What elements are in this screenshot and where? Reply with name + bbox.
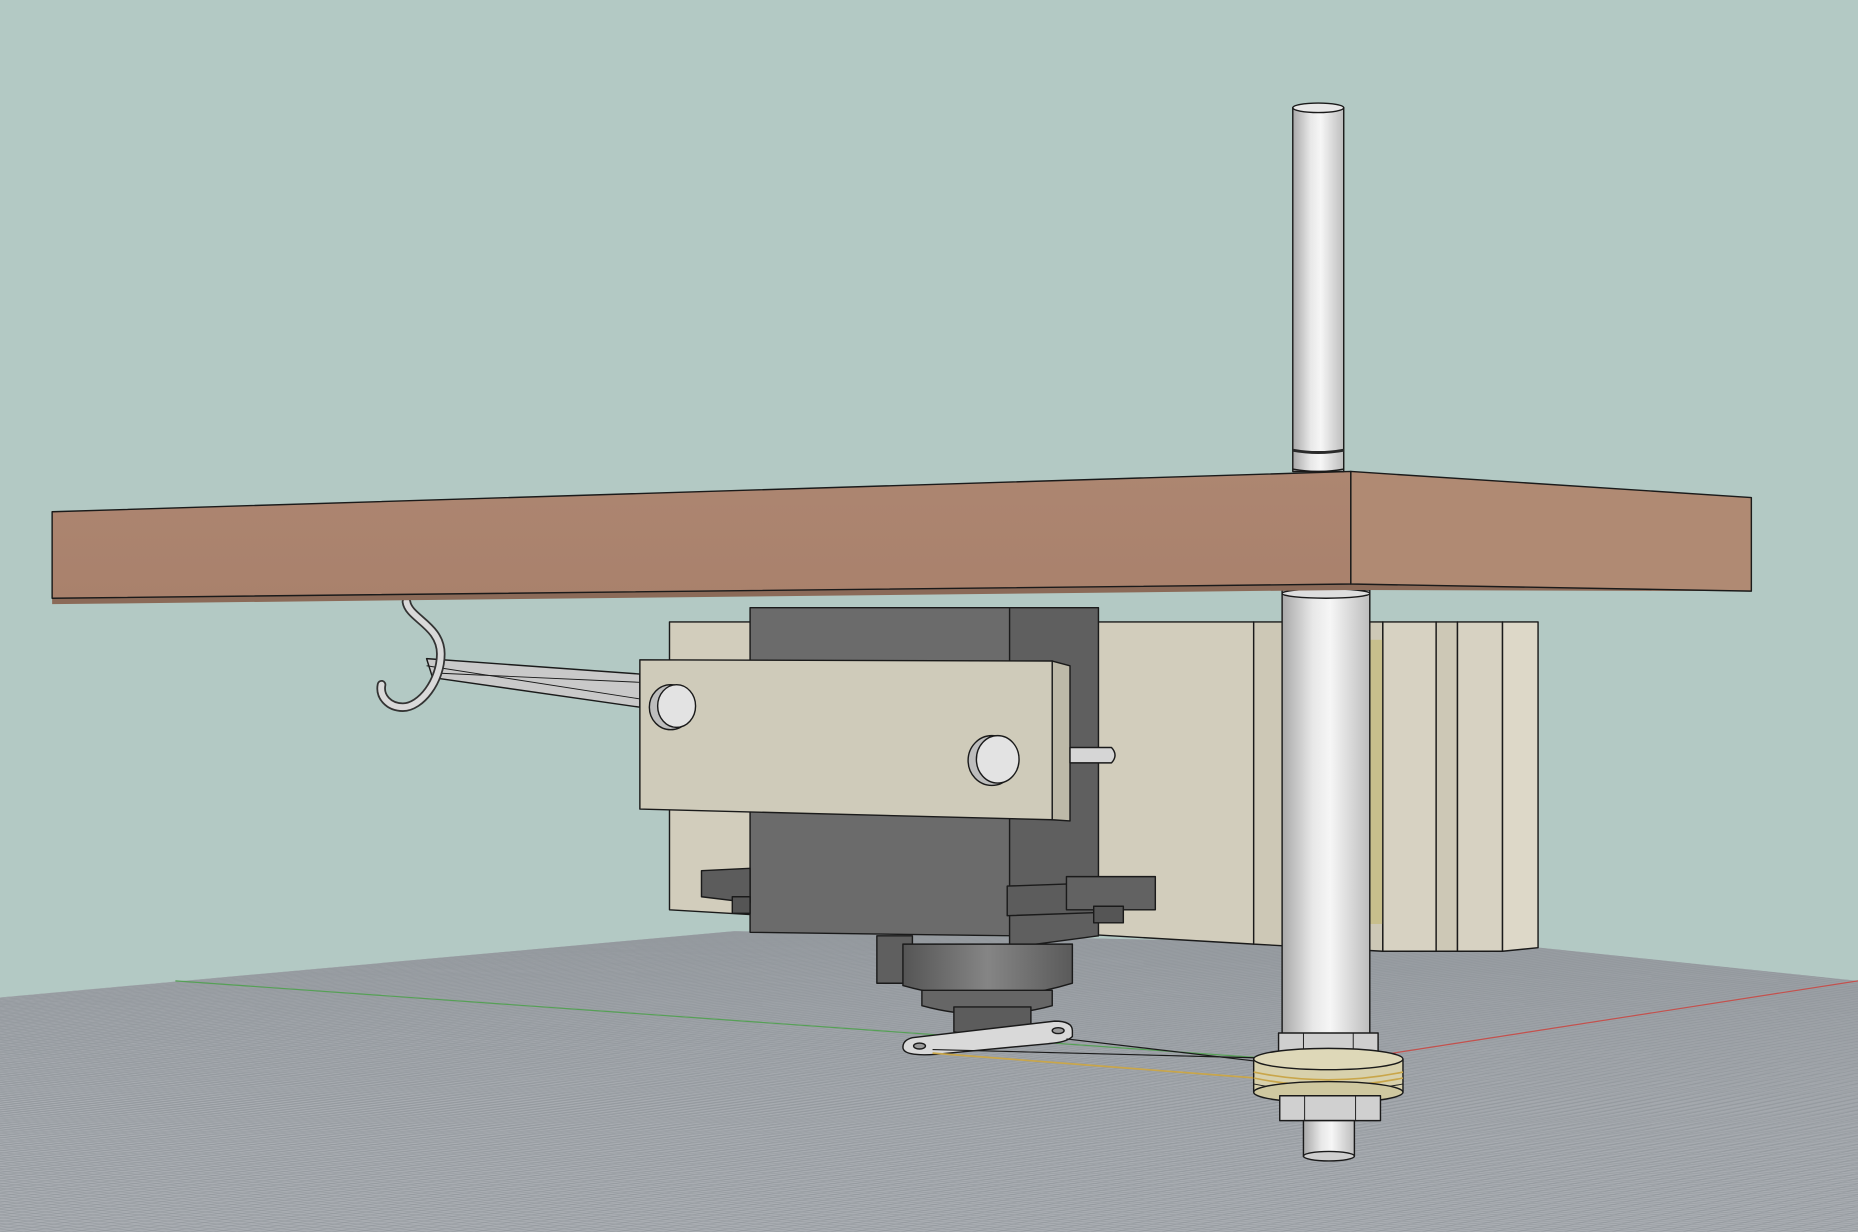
screw-head[interactable] bbox=[975, 734, 1020, 784]
back-plate-slat[interactable] bbox=[1382, 621, 1437, 952]
vertical-rod-upper[interactable] bbox=[1292, 102, 1345, 473]
cad-viewport[interactable] bbox=[0, 0, 1858, 1232]
servo-mount-tab-right-upper[interactable] bbox=[1065, 875, 1157, 911]
servo-mount-tab-right-lip bbox=[1092, 905, 1125, 924]
rod-top-cap bbox=[1292, 102, 1345, 114]
rod-upper-shaft[interactable] bbox=[1292, 107, 1345, 473]
hex-nut-bottom[interactable] bbox=[1279, 1095, 1382, 1122]
back-plate-slat[interactable] bbox=[1501, 621, 1539, 952]
servo-mount-tab-left-lip bbox=[731, 896, 751, 915]
arm-plate-edge bbox=[1051, 660, 1071, 822]
rod-lower-shaft[interactable] bbox=[1281, 589, 1371, 1039]
servo-horn-hole bbox=[912, 1042, 927, 1050]
pivot-pin[interactable] bbox=[1069, 746, 1116, 764]
servo-horn-hole bbox=[1051, 1026, 1065, 1035]
rod-end-cap bbox=[1302, 1150, 1356, 1162]
pulley-washer-top bbox=[1252, 1047, 1404, 1071]
back-plate-slat[interactable] bbox=[1435, 621, 1459, 952]
screw-head[interactable] bbox=[656, 683, 697, 729]
arm-plate[interactable] bbox=[639, 659, 1116, 822]
servo-output-housing[interactable] bbox=[902, 943, 1074, 998]
back-plate-slat[interactable] bbox=[1456, 621, 1504, 952]
